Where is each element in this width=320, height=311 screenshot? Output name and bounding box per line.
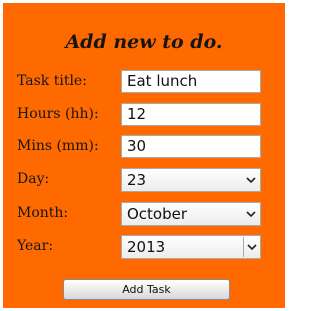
year-select-value: 2013 (127, 238, 166, 256)
add-todo-panel: Add new to do. Task title: Eat lunch Hou… (3, 3, 285, 308)
chevron-down-icon[interactable] (243, 204, 259, 224)
chevron-down-icon[interactable] (243, 237, 259, 257)
task-title-label: Task title: (17, 73, 87, 89)
year-label: Year: (17, 238, 54, 254)
month-select[interactable]: October (121, 202, 261, 226)
mins-label: Mins (mm): (17, 138, 99, 154)
add-task-button[interactable]: Add Task (63, 279, 230, 300)
form-title: Add new to do. (65, 31, 223, 53)
task-title-input[interactable]: Eat lunch (121, 70, 261, 93)
mins-input[interactable]: 30 (121, 135, 261, 158)
month-select-value: October (127, 205, 188, 223)
chevron-down-icon[interactable] (243, 170, 259, 190)
day-label: Day: (17, 171, 50, 187)
day-select[interactable]: 23 (121, 168, 261, 192)
hours-input[interactable]: 12 (121, 103, 261, 126)
month-label: Month: (17, 205, 69, 221)
hours-label: Hours (hh): (17, 106, 99, 122)
year-select[interactable]: 2013 (121, 235, 261, 259)
day-select-value: 23 (127, 171, 147, 189)
